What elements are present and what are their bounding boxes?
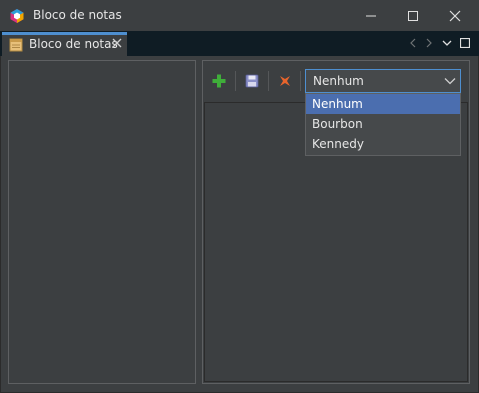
chevron-down-icon <box>442 40 452 46</box>
scroll-tabs-left-button[interactable] <box>406 36 420 50</box>
minimize-button[interactable] <box>353 0 389 31</box>
tab-close-icon[interactable] <box>112 38 122 48</box>
tab-bar: Bloco de notas <box>0 31 479 56</box>
tab-bloco-de-notas[interactable]: Bloco de notas <box>2 32 127 56</box>
dropdown-option[interactable]: Nenhum <box>306 94 460 114</box>
netbeans-cube-icon <box>10 9 24 23</box>
maximize-window-icon <box>460 38 470 48</box>
maximize-button[interactable] <box>395 0 431 31</box>
tab-label: Bloco de notas <box>29 37 118 51</box>
dropdown-option[interactable]: Kennedy <box>306 134 460 154</box>
maximize-icon <box>408 10 418 21</box>
toolbar-separator <box>235 71 236 91</box>
combobox-value: Nenhum <box>313 74 364 88</box>
window-title: Bloco de notas <box>33 8 122 22</box>
add-icon <box>212 74 226 88</box>
minimize-icon <box>366 15 376 16</box>
close-icon <box>449 10 461 21</box>
chevron-left-icon <box>410 38 416 48</box>
app-window: Bloco de notas Bloco de notas Nenhum Nen… <box>0 0 479 393</box>
close-button[interactable] <box>437 0 473 31</box>
chevron-down-icon <box>444 78 456 85</box>
title-bar: Bloco de notas <box>0 0 479 31</box>
remove-button[interactable] <box>276 72 294 90</box>
toolbar-separator <box>268 71 269 91</box>
notepad-icon <box>9 38 23 52</box>
combobox-dropdown-list: Nenhum Bourbon Kennedy <box>305 93 461 156</box>
dropdown-option[interactable]: Bourbon <box>306 114 460 134</box>
chevron-right-icon <box>426 38 432 48</box>
maximize-editor-button[interactable] <box>458 36 472 50</box>
show-tabs-list-button[interactable] <box>440 36 454 50</box>
toolbar-separator <box>300 71 301 91</box>
save-button[interactable] <box>243 72 261 90</box>
save-icon <box>245 74 259 88</box>
scroll-tabs-right-button[interactable] <box>422 36 436 50</box>
left-list-panel[interactable] <box>8 60 196 384</box>
add-button[interactable] <box>210 72 228 90</box>
filter-combobox[interactable]: Nenhum <box>305 69 461 93</box>
remove-icon <box>280 76 290 86</box>
